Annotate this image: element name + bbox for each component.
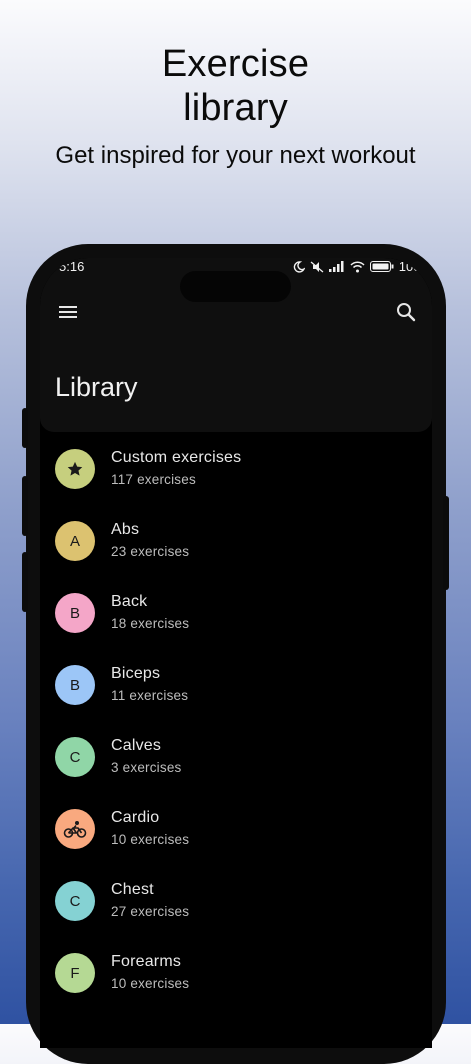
battery-icon xyxy=(369,261,394,272)
list-item-title: Abs xyxy=(111,521,140,538)
exercise-category-list: Custom exercises 117 exercises A Abs 23 … xyxy=(40,444,432,1020)
list-item-cardio[interactable]: Cardio 10 exercises xyxy=(40,804,432,876)
menu-icon[interactable] xyxy=(56,300,80,324)
list-item-text: Back 18 exercises xyxy=(111,593,189,632)
search-icon[interactable] xyxy=(394,300,418,324)
list-item-chest[interactable]: C Chest 27 exercises xyxy=(40,876,432,948)
list-item-title: Chest xyxy=(111,881,154,898)
phone-screen: Library 5:16 100% Custom exercises 117 e… xyxy=(40,258,432,1048)
list-item-text: Biceps 11 exercises xyxy=(111,665,188,704)
avatar: B xyxy=(55,665,95,705)
list-item-title: Calves xyxy=(111,737,162,754)
list-item-count: 3 exercises xyxy=(111,760,182,775)
bicycle-icon xyxy=(63,819,87,839)
list-item-text: Custom exercises 117 exercises xyxy=(111,449,241,488)
list-item-title: Custom exercises xyxy=(111,449,242,466)
list-item-text: Forearms 10 exercises xyxy=(111,953,189,992)
avatar: C xyxy=(55,881,95,921)
list-item-count: 11 exercises xyxy=(111,688,189,703)
list-item-count: 10 exercises xyxy=(111,976,190,991)
wifi-icon xyxy=(350,260,365,273)
list-item-count: 10 exercises xyxy=(111,832,190,847)
list-item-count: 117 exercises xyxy=(111,472,196,487)
list-item-text: Cardio 10 exercises xyxy=(111,809,189,848)
status-time: 5:16 xyxy=(59,259,85,274)
star-icon xyxy=(66,460,84,478)
avatar xyxy=(55,809,95,849)
list-item-text: Chest 27 exercises xyxy=(111,881,189,920)
avatar: F xyxy=(55,953,95,993)
list-item-forearms[interactable]: F Forearms 10 exercises xyxy=(40,948,432,1020)
list-item-title: Cardio xyxy=(111,809,160,826)
avatar: A xyxy=(55,521,95,561)
list-item-abs[interactable]: A Abs 23 exercises xyxy=(40,516,432,588)
signal-icon xyxy=(328,261,345,272)
list-item-title: Biceps xyxy=(111,665,161,682)
status-bar: 5:16 100% xyxy=(40,258,432,276)
list-item-title: Back xyxy=(111,593,148,610)
phone-side-button xyxy=(22,476,28,536)
promo-title-line-1: Exercise xyxy=(161,43,310,85)
phone-side-button xyxy=(22,552,28,612)
list-item-back[interactable]: B Back 18 exercises xyxy=(40,588,432,660)
battery-percent: 100% xyxy=(398,259,432,274)
mute-icon xyxy=(310,261,324,273)
page-title: Library xyxy=(55,372,138,402)
promo-subtitle: Get inspired for your next workout xyxy=(55,142,416,169)
avatar: C xyxy=(55,737,95,777)
list-item-count: 18 exercises xyxy=(111,616,190,631)
promo-title-line-2: library xyxy=(183,87,288,129)
list-item-text: Calves 3 exercises xyxy=(111,737,181,776)
list-item-biceps[interactable]: B Biceps 11 exercises xyxy=(40,660,432,732)
avatar: B xyxy=(55,593,95,633)
moon-icon xyxy=(293,260,305,273)
list-item-count: 27 exercises xyxy=(111,904,190,919)
status-icons: 100% xyxy=(293,259,432,274)
promo-title: Exercise library xyxy=(0,42,471,130)
phone-side-button xyxy=(22,408,28,448)
list-item-title: Forearms xyxy=(111,953,182,970)
phone-power-button xyxy=(443,496,449,590)
list-item-calves[interactable]: C Calves 3 exercises xyxy=(40,732,432,804)
list-item-count: 23 exercises xyxy=(111,544,190,559)
list-item-custom-exercises[interactable]: Custom exercises 117 exercises xyxy=(40,444,432,516)
list-item-text: Abs 23 exercises xyxy=(111,521,189,560)
avatar xyxy=(55,449,95,489)
